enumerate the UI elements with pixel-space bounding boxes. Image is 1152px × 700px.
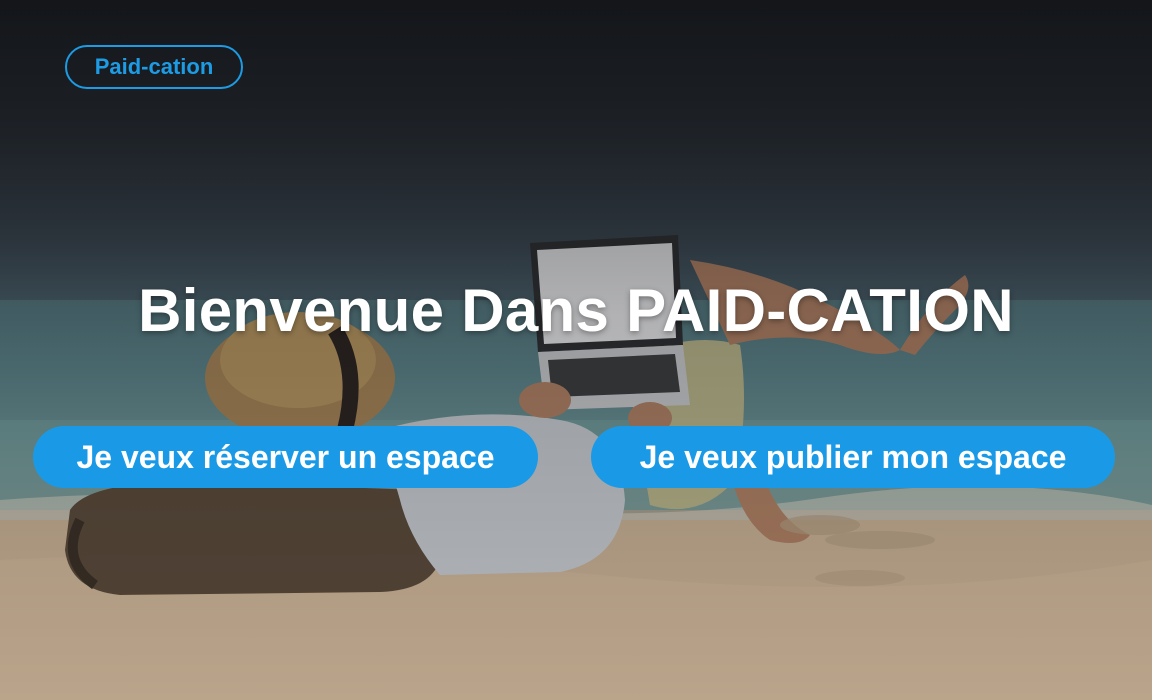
- publish-space-button[interactable]: Je veux publier mon espace: [591, 426, 1115, 488]
- page-title: Bienvenue Dans PAID-CATION: [138, 277, 1014, 344]
- hero-darken-overlay: [0, 0, 1152, 700]
- brand-logo-button[interactable]: Paid-cation: [65, 45, 243, 89]
- hero-section: Paid-cation Bienvenue Dans PAID-CATION J…: [0, 0, 1152, 700]
- book-space-button[interactable]: Je veux réserver un espace: [33, 426, 538, 488]
